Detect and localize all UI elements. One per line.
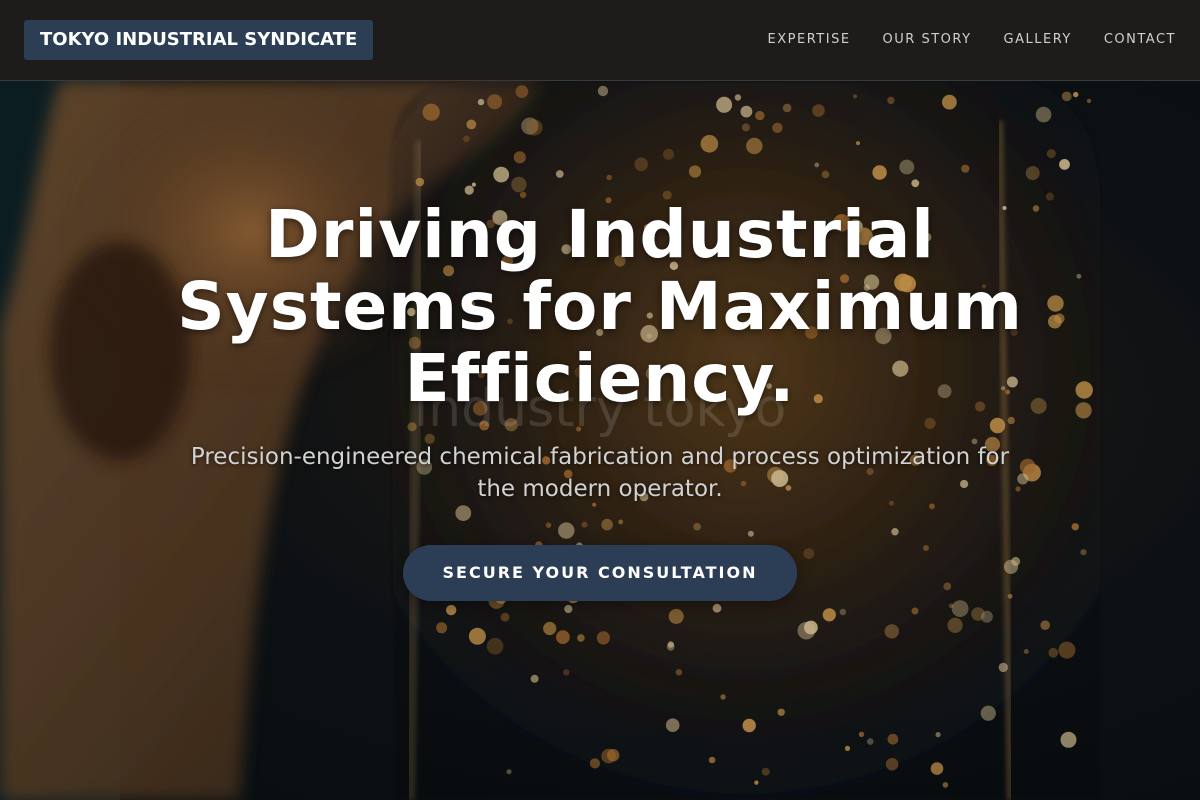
site-header: TOKYO INDUSTRIAL SYNDICATE EXPERTISE OUR… bbox=[0, 0, 1200, 81]
hero-section: industry tokyo Driving Industrial System… bbox=[0, 81, 1200, 800]
nav-link-expertise[interactable]: EXPERTISE bbox=[768, 30, 851, 50]
nav-link-our-story[interactable]: OUR STORY bbox=[883, 30, 972, 50]
nav-link-gallery[interactable]: GALLERY bbox=[1004, 30, 1072, 50]
hero-content: Driving Industrial Systems for Maximum E… bbox=[150, 199, 1050, 601]
hero-subheadline: Precision-engineered chemical fabricatio… bbox=[190, 444, 1010, 502]
nav-link-contact[interactable]: CONTACT bbox=[1104, 30, 1176, 50]
hero-headline: Driving Industrial Systems for Maximum E… bbox=[177, 196, 1023, 417]
main-nav: EXPERTISE OUR STORY GALLERY CONTACT bbox=[768, 30, 1176, 50]
brand-logo[interactable]: TOKYO INDUSTRIAL SYNDICATE bbox=[24, 20, 374, 60]
secure-consultation-button[interactable]: SECURE YOUR CONSULTATION bbox=[402, 545, 798, 601]
